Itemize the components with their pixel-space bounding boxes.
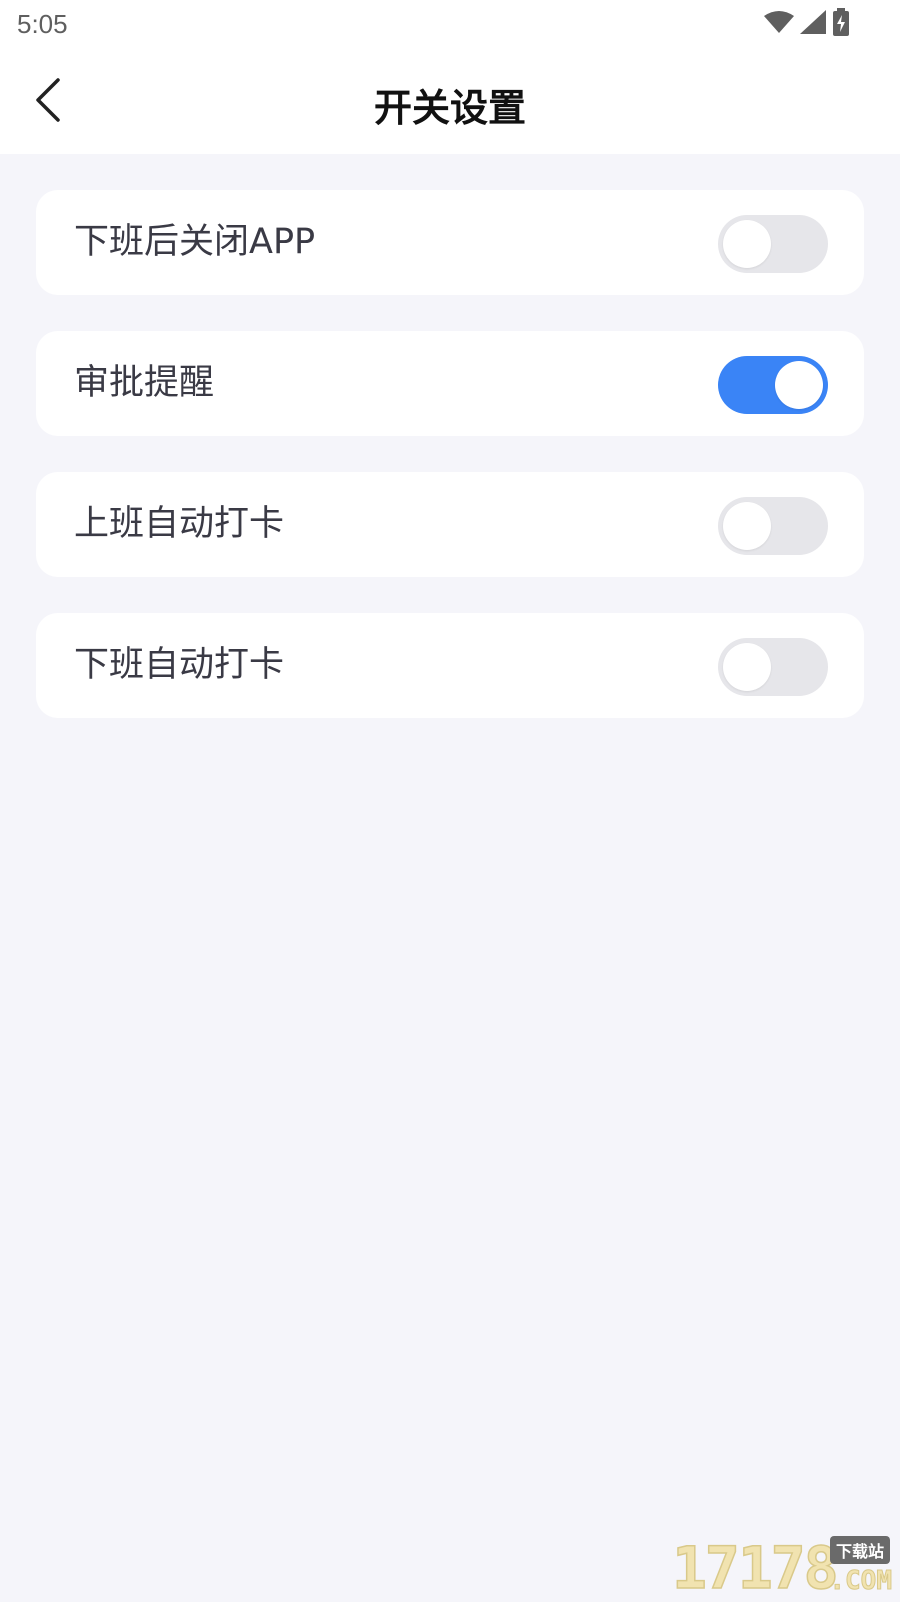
wifi-icon	[764, 10, 794, 38]
setting-row-approval-reminder: 审批提醒	[36, 331, 864, 436]
page-title: 开关设置	[0, 77, 900, 132]
toggle-knob	[775, 361, 823, 409]
approval-reminder-toggle[interactable]	[718, 356, 828, 414]
watermark-digits: 17178	[672, 1538, 837, 1598]
setting-label: 审批提醒	[74, 331, 214, 436]
watermark-suffix: .COM	[829, 1566, 892, 1596]
status-bar: 5:05	[0, 0, 900, 50]
nav-bar: 开关设置	[0, 50, 900, 154]
setting-label: 上班自动打卡	[74, 472, 284, 577]
toggle-knob	[723, 220, 771, 268]
toggle-knob	[723, 643, 771, 691]
auto-clock-in-toggle[interactable]	[718, 497, 828, 555]
setting-row-close-app-after-work: 下班后关闭APP	[36, 190, 864, 295]
status-time: 5:05	[17, 9, 68, 40]
watermark-logo: 17178 下载站 .COM	[672, 1532, 894, 1598]
battery-charging-icon	[832, 8, 850, 40]
setting-row-auto-clock-in: 上班自动打卡	[36, 472, 864, 577]
cellular-signal-icon	[800, 10, 826, 38]
setting-label: 下班后关闭APP	[74, 190, 315, 295]
status-icons	[764, 10, 850, 38]
close-app-toggle[interactable]	[718, 215, 828, 273]
settings-list: 下班后关闭APP 审批提醒 上班自动打卡 下班自动打卡	[36, 190, 864, 754]
setting-label: 下班自动打卡	[74, 613, 284, 718]
auto-clock-out-toggle[interactable]	[718, 638, 828, 696]
setting-row-auto-clock-out: 下班自动打卡	[36, 613, 864, 718]
watermark-tag: 下载站	[830, 1536, 890, 1564]
toggle-knob	[723, 502, 771, 550]
